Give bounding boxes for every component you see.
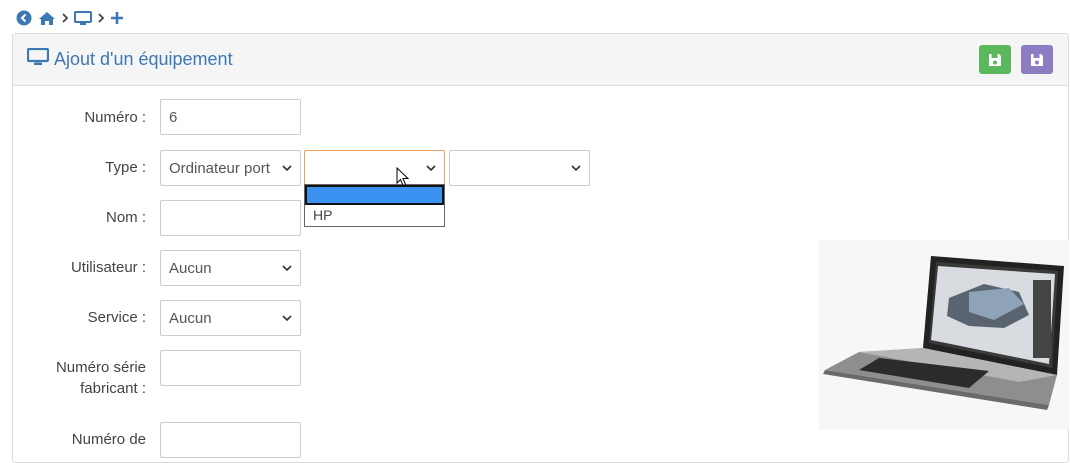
save-icon xyxy=(1031,53,1043,66)
monitor-icon[interactable] xyxy=(74,10,92,26)
panel-heading: Ajout d'un équipement xyxy=(13,34,1068,86)
laptop-image xyxy=(819,240,1069,430)
save-and-close-button[interactable] xyxy=(1021,45,1053,74)
type-select-value: Ordinateur port xyxy=(169,159,270,177)
chevron-right-icon xyxy=(98,13,104,23)
numero-de-field[interactable] xyxy=(160,422,301,458)
mouse-pointer-icon xyxy=(396,167,410,187)
breadcrumb xyxy=(16,9,124,27)
numero-de-label: Numéro de xyxy=(30,429,146,450)
nom-label: Nom : xyxy=(105,209,146,226)
service-select[interactable]: Aucun xyxy=(160,300,301,336)
panel-actions xyxy=(979,45,1053,74)
type-label: Type : xyxy=(105,159,146,176)
page-title: Ajout d'un équipement xyxy=(26,47,233,71)
chevron-right-icon xyxy=(62,13,68,23)
chevron-down-icon xyxy=(282,315,292,321)
save-icon xyxy=(989,53,1001,66)
plus-icon[interactable] xyxy=(110,11,124,25)
utilisateur-select[interactable]: Aucun xyxy=(160,250,301,286)
model-select[interactable] xyxy=(449,150,590,186)
numero-serie-label-line2: fabricant : xyxy=(80,380,146,397)
monitor-icon xyxy=(26,47,50,71)
chevron-down-icon xyxy=(282,165,292,171)
nom-field[interactable] xyxy=(160,200,301,236)
dropdown-option[interactable]: HP xyxy=(305,205,444,225)
page-title-text: Ajout d'un équipement xyxy=(54,49,233,69)
service-select-value: Aucun xyxy=(169,309,212,327)
numero-serie-field[interactable] xyxy=(160,350,301,386)
save-button[interactable] xyxy=(979,45,1011,74)
brand-select[interactable] xyxy=(304,150,445,186)
back-icon[interactable] xyxy=(16,10,32,26)
numero-field[interactable]: 6 xyxy=(160,99,301,135)
numero-serie-label-line1: Numéro série xyxy=(55,359,146,376)
numero-de-label-line1: Numéro de xyxy=(71,431,146,448)
numero-label: Numéro : xyxy=(84,109,146,126)
service-label: Service : xyxy=(87,309,146,326)
chevron-down-icon xyxy=(426,165,436,171)
chevron-down-icon xyxy=(571,165,581,171)
type-select[interactable]: Ordinateur port xyxy=(160,150,301,186)
chevron-down-icon xyxy=(282,265,292,271)
brand-dropdown-list: HP xyxy=(304,184,445,227)
utilisateur-select-value: Aucun xyxy=(169,259,212,277)
home-icon[interactable] xyxy=(38,11,56,26)
numero-serie-label: Numéro série fabricant : xyxy=(30,357,146,399)
dropdown-option[interactable] xyxy=(305,185,444,205)
utilisateur-label: Utilisateur : xyxy=(70,259,146,276)
